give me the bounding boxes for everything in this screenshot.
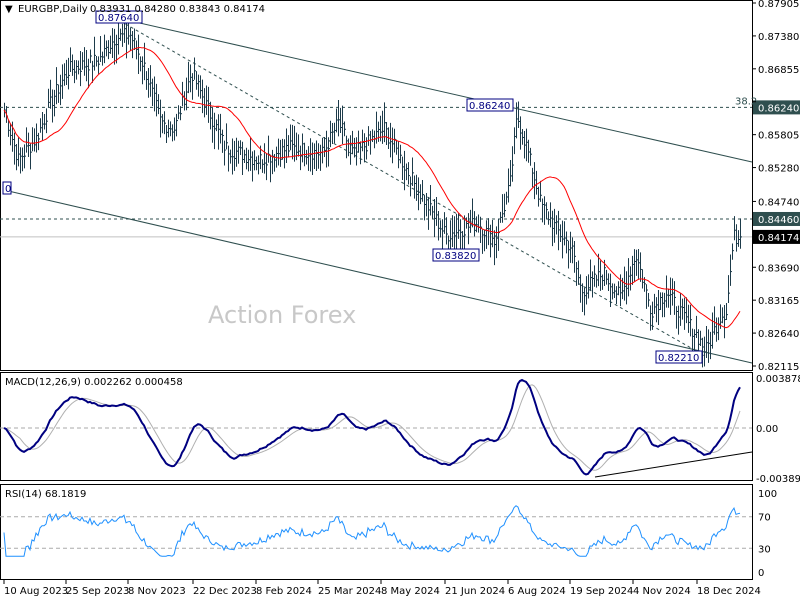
price-label: 0.86240 <box>758 103 799 114</box>
macd-panel <box>0 372 753 481</box>
macd-title: MACD(12,26,9) 0.002262 0.000458 <box>5 377 183 388</box>
x-tick-label: 22 Dec 2023 <box>193 586 257 597</box>
price-annotation: 0 <box>5 184 11 195</box>
rsi-y-label: 30 <box>758 544 771 555</box>
x-tick-label: 25 Mar 2024 <box>318 586 381 597</box>
x-tick-label: 19 Sep 2024 <box>570 586 633 597</box>
chart-window: Action Forex 38.2 0.87640 0.86240 0.83820 0… <box>0 0 800 600</box>
x-tick-label: 4 Nov 2024 <box>633 586 691 597</box>
y-tick-label: 0.84740 <box>758 197 799 208</box>
price-annotation: 0.86240 <box>469 101 510 112</box>
upper-channel-line <box>99 13 753 163</box>
rsi-title: RSI(14) 68.1819 <box>5 489 86 500</box>
macd-y-label: 0.003878 <box>756 374 800 385</box>
x-tick-label: 6 Aug 2024 <box>508 586 566 597</box>
symbol-label: EURGBP,Daily <box>18 4 88 15</box>
x-tick-label: 10 Aug 2023 <box>4 586 68 597</box>
x-tick-label: 8 May 2024 <box>381 586 440 597</box>
watermark: Action Forex <box>208 301 356 329</box>
rsi-y-label: 100 <box>758 489 777 500</box>
y-tick-label: 0.85280 <box>758 164 799 175</box>
macd-line <box>3 378 741 476</box>
y-tick-label: 0.86855 <box>758 65 799 76</box>
ohlc-readout: 0.83931 0.84280 0.83843 0.84174 <box>90 4 265 15</box>
y-tick-label: 0.83690 <box>758 263 799 274</box>
price-annotation: 0.83820 <box>435 251 476 262</box>
macd-y-label: 0.00 <box>756 424 778 435</box>
y-tick-label: 0.87905 <box>758 0 799 10</box>
moving-average-line <box>3 46 741 329</box>
x-tick-label: 25 Sep 2023 <box>66 586 129 597</box>
macd-trendline <box>594 451 753 478</box>
chart-canvas: Action Forex 38.2 0.876400.862400.838200… <box>0 0 800 597</box>
rsi-panel <box>0 484 753 580</box>
x-tick-label: 18 Dec 2024 <box>697 586 761 597</box>
y-tick-label: 0.87380 <box>758 32 799 43</box>
main-panel <box>0 0 753 371</box>
y-tick-label: 0.82640 <box>758 329 799 340</box>
price-label: 0.84174 <box>758 233 799 244</box>
y-tick-label: 0.82115 <box>758 362 799 373</box>
x-tick-label: 8 Nov 2023 <box>128 586 186 597</box>
x-tick-label: 21 Jun 2024 <box>445 586 505 597</box>
y-tick-label: 0.85805 <box>758 131 799 142</box>
y-tick-label: 0.83165 <box>758 296 799 307</box>
price-label: 0.84460 <box>758 215 799 226</box>
header-arrow-icon[interactable]: ▼ <box>5 4 13 15</box>
price-annotation: 0.82210 <box>658 353 699 364</box>
x-tick-label: 8 Feb 2024 <box>256 586 312 597</box>
rsi-y-label: 70 <box>758 513 771 524</box>
rsi-y-label: 0 <box>758 568 764 579</box>
lower-channel-line <box>3 189 753 364</box>
macd-y-label: -0.003894 <box>756 474 800 485</box>
